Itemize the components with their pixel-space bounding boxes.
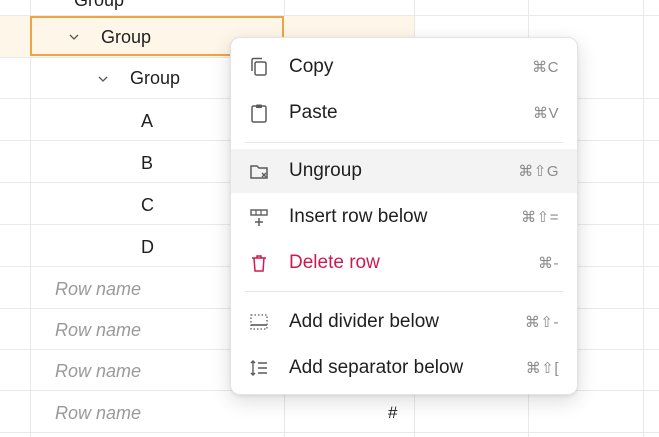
menu-item-delete-row[interactable]: Delete row ⌘-	[231, 241, 577, 285]
menu-item-label: Insert row below	[289, 206, 428, 227]
divider-icon	[247, 310, 271, 334]
shortcut-hint: ⌘⇧-	[524, 314, 559, 331]
shortcut-hint: ⌘V	[532, 105, 559, 122]
menu-item-ungroup[interactable]: Ungroup ⌘⇧G	[231, 149, 577, 193]
shortcut-hint: ⌘⇧=	[521, 209, 559, 226]
menu-item-copy[interactable]: Copy ⌘C	[231, 45, 577, 89]
copy-icon	[247, 55, 271, 79]
insert-row-icon	[247, 205, 271, 229]
row-name-placeholder[interactable]: Row name	[55, 362, 141, 380]
separator-icon	[247, 356, 271, 380]
row-label: A	[141, 111, 154, 131]
ungroup-folder-icon	[247, 159, 271, 183]
shortcut-hint: ⌘-	[538, 255, 559, 272]
shortcut-hint: ⌘C	[532, 59, 559, 76]
number-type-indicator: #	[388, 403, 398, 422]
shortcut-hint: ⌘⇧G	[518, 163, 559, 180]
menu-item-add-separator-below[interactable]: Add separator below ⌘⇧[	[231, 346, 577, 390]
row-label: B	[141, 153, 154, 173]
context-menu: Copy ⌘C Paste ⌘V Ungroup ⌘⇧G Insert row …	[230, 37, 578, 395]
group-label-partial: Group	[74, 0, 125, 10]
menu-divider	[245, 291, 563, 292]
menu-item-insert-row-below[interactable]: Insert row below ⌘⇧=	[231, 195, 577, 239]
table-row[interactable]: Row name #	[0, 391, 659, 433]
row-label: C	[141, 195, 154, 215]
trash-icon	[247, 251, 271, 275]
table-row[interactable]: Group	[0, 0, 659, 16]
menu-item-paste[interactable]: Paste ⌘V	[231, 91, 577, 135]
menu-item-label: Copy	[289, 56, 334, 77]
row-name-placeholder[interactable]: Row name	[55, 321, 141, 339]
menu-item-label: Add separator below	[289, 357, 464, 378]
group-label: Group	[130, 68, 181, 88]
menu-item-label: Paste	[289, 102, 338, 123]
shortcut-hint: ⌘⇧[	[525, 360, 559, 377]
menu-item-label: Ungroup	[289, 160, 362, 181]
chevron-down-icon[interactable]	[98, 74, 108, 84]
menu-divider	[245, 142, 563, 143]
menu-item-add-divider-below[interactable]: Add divider below ⌘⇧-	[231, 300, 577, 344]
row-label: D	[141, 237, 154, 257]
menu-item-label: Add divider below	[289, 311, 439, 332]
menu-item-label: Delete row	[289, 252, 380, 273]
clipboard-icon	[247, 101, 271, 125]
row-name-placeholder[interactable]: Row name	[55, 404, 141, 422]
row-name-placeholder[interactable]: Row name	[55, 280, 141, 298]
